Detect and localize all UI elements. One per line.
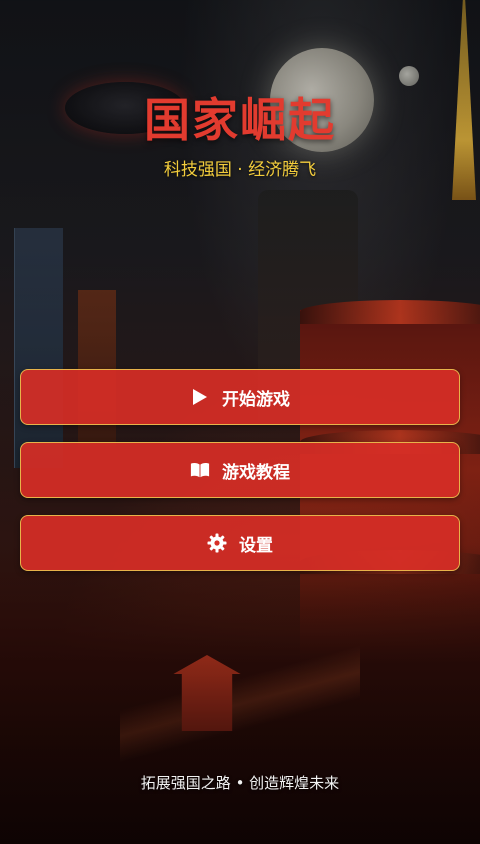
game-title: 国家崛起 — [144, 93, 336, 147]
game-subtitle: 科技强国 · 经济腾飞 — [163, 160, 317, 180]
start-game-button[interactable]: 开始游戏 — [20, 369, 460, 425]
settings-label: 设置 — [239, 535, 273, 556]
settings-button[interactable]: 设置 — [20, 515, 460, 571]
gear-icon — [207, 533, 227, 553]
main-menu: 开始游戏 游戏教程 设置 — [20, 369, 460, 588]
start-game-label: 开始游戏 — [222, 389, 290, 410]
play-icon — [190, 387, 210, 407]
tutorial-label: 游戏教程 — [222, 462, 290, 483]
tutorial-button[interactable]: 游戏教程 — [20, 442, 460, 498]
footer-tagline: 拓展强国之路 • 创造辉煌未来 — [140, 774, 340, 792]
book-icon — [190, 460, 210, 480]
